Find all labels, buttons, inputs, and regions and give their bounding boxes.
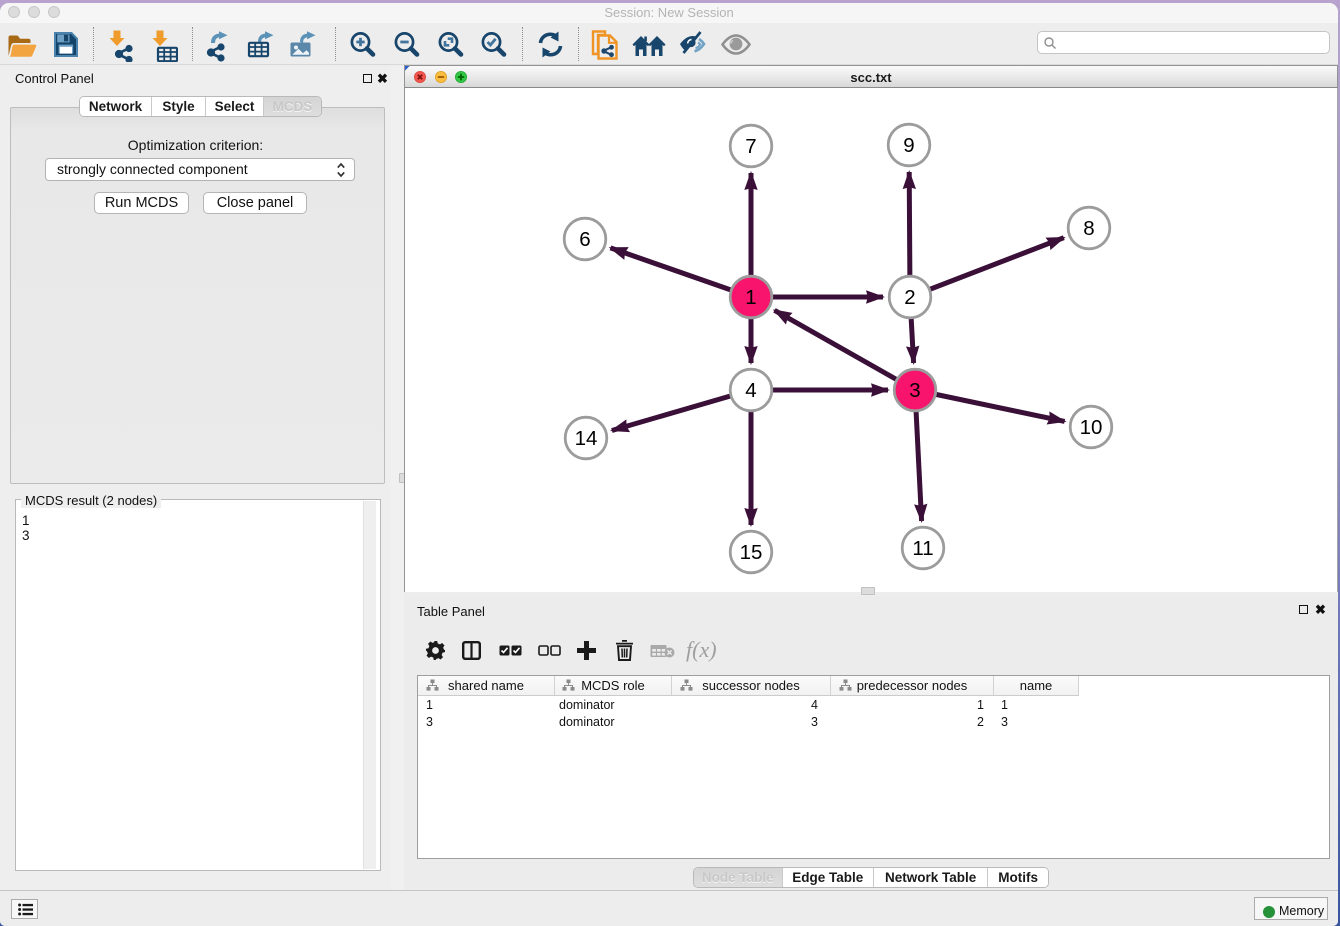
svg-text:2: 2 bbox=[904, 286, 915, 309]
svg-text:10: 10 bbox=[1080, 416, 1103, 439]
svg-text:8: 8 bbox=[1083, 217, 1094, 240]
svg-text:15: 15 bbox=[740, 541, 763, 564]
svg-text:9: 9 bbox=[903, 134, 914, 157]
svg-text:4: 4 bbox=[745, 379, 756, 402]
svg-text:6: 6 bbox=[579, 228, 590, 251]
svg-text:1: 1 bbox=[745, 286, 756, 309]
svg-text:7: 7 bbox=[745, 135, 756, 158]
svg-text:11: 11 bbox=[912, 537, 933, 560]
svg-text:14: 14 bbox=[575, 427, 598, 450]
svg-text:3: 3 bbox=[909, 379, 920, 402]
